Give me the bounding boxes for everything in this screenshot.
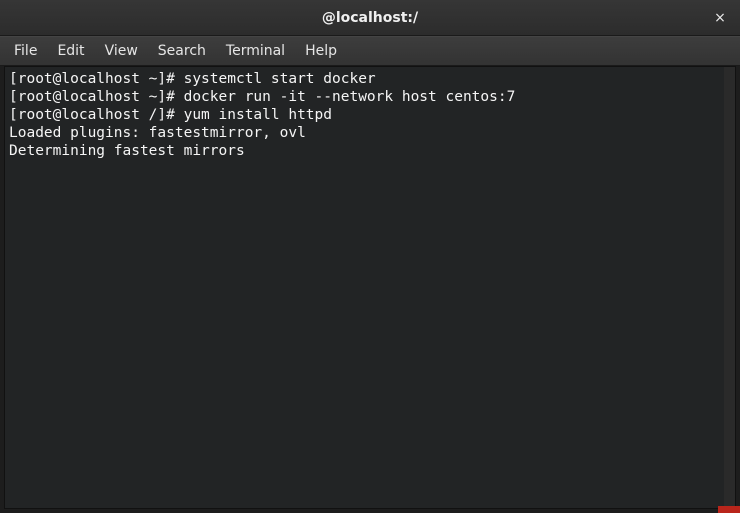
terminal-line: Loaded plugins: fastestmirror, ovl bbox=[9, 124, 731, 142]
terminal-line: [root@localhost /]# yum install httpd bbox=[9, 106, 731, 124]
terminal-window: @localhost:/ × File Edit View Search Ter… bbox=[0, 0, 740, 513]
menu-file[interactable]: File bbox=[4, 39, 47, 63]
terminal-viewport[interactable]: [root@localhost ~]# systemctl start dock… bbox=[4, 66, 736, 509]
terminal-line: [root@localhost ~]# docker run -it --net… bbox=[9, 88, 731, 106]
indicator-badge bbox=[718, 506, 740, 513]
menu-view[interactable]: View bbox=[95, 39, 148, 63]
close-button[interactable]: × bbox=[708, 6, 732, 30]
menu-search[interactable]: Search bbox=[148, 39, 216, 63]
scrollbar[interactable] bbox=[724, 67, 735, 508]
terminal-line: Determining fastest mirrors bbox=[9, 142, 731, 160]
terminal-line: [root@localhost ~]# systemctl start dock… bbox=[9, 70, 731, 88]
menu-help[interactable]: Help bbox=[295, 39, 347, 63]
titlebar[interactable]: @localhost:/ × bbox=[0, 0, 740, 36]
menu-terminal[interactable]: Terminal bbox=[216, 39, 295, 63]
window-title: @localhost:/ bbox=[322, 10, 418, 26]
menubar: File Edit View Search Terminal Help bbox=[0, 36, 740, 66]
close-icon: × bbox=[714, 10, 726, 26]
menu-edit[interactable]: Edit bbox=[47, 39, 94, 63]
